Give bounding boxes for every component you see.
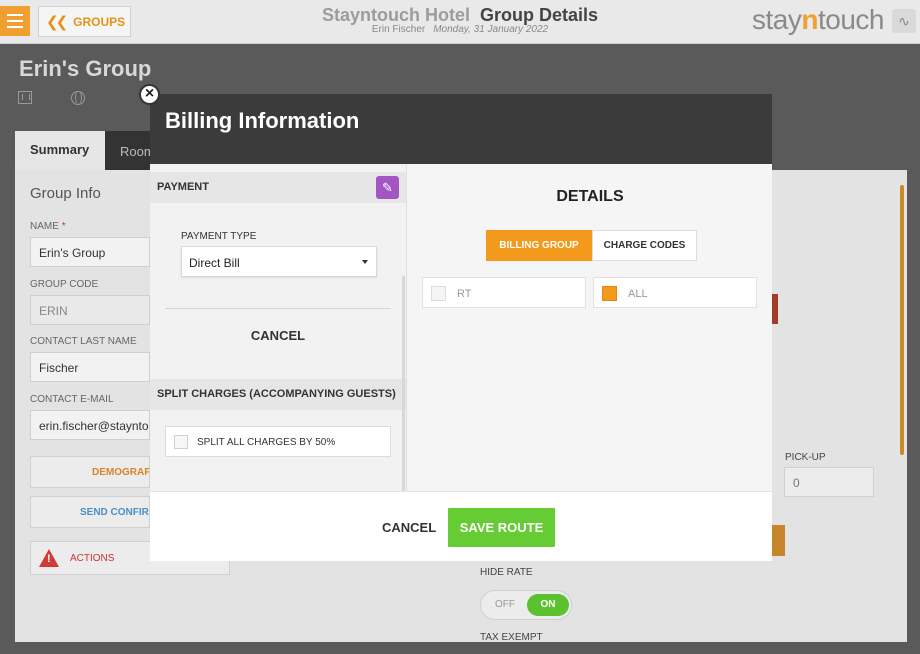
pulse-icon[interactable]: ∿ [892,9,916,33]
details-title: DETAILS [556,188,624,205]
page-scrollbar[interactable] [900,185,904,455]
billing-group-checkbox-rt[interactable] [431,286,446,301]
split-charges-checkbox[interactable] [174,435,188,449]
payment-type-label: PAYMENT TYPE [181,231,257,242]
payment-type-select[interactable]: Direct Bill [181,246,377,277]
billing-group-checkbox-all[interactable] [602,286,617,301]
demographics-button[interactable]: DEMOGRAPHICS [30,456,150,488]
toggle-on-label: ON [527,594,569,616]
user-name: Erin Fischer [371,24,426,35]
hide-rate-label: HIDE RATE [480,567,533,578]
modal-footer: CANCEL SAVE ROUTE [150,491,772,561]
payment-header-label: PAYMENT [157,181,209,193]
close-modal-button[interactable]: × [139,84,160,105]
billing-modal: PAYMENT ✎ PAYMENT TYPE Direct Bill CANCE… [150,164,772,561]
billing-group-label-all: ALL [628,288,648,300]
save-route-button[interactable]: SAVE ROUTE [448,508,555,547]
warning-icon [39,549,59,567]
top-bar: ❮❮ GROUPS Stayntouch Hotel Group Details … [0,0,920,44]
payment-column: PAYMENT ✎ PAYMENT TYPE Direct Bill CANCE… [150,164,406,491]
group-title: Erin's Group [19,56,152,81]
split-charges-option[interactable]: SPLIT ALL CHARGES BY 50% [165,426,391,457]
tab-billing-group[interactable]: BILLING GROUP [486,230,592,261]
tab-rooms[interactable]: Rooms [105,131,150,171]
toggle-off-label: OFF [495,599,515,610]
pickup-input[interactable]: 0 [784,467,874,497]
billing-group-label-rt: RT [457,288,472,300]
tax-exempt-label: TAX EXEMPT [480,632,543,643]
close-icon: × [144,85,155,102]
name-input[interactable]: Erin's Group [30,237,150,267]
details-column: DETAILS BILLING GROUP CHARGE CODES RT AL… [406,164,772,491]
background-orange-button [770,525,785,556]
cancel-button[interactable]: CANCEL [382,520,436,535]
payment-type-value: Direct Bill [189,256,240,270]
tab-charge-codes[interactable]: CHARGE CODES [592,230,697,261]
modal-title: Billing Information [165,108,360,133]
payment-cancel-button[interactable]: CANCEL [150,328,406,343]
group-code-input: ERIN [30,295,150,325]
billing-group-item-all[interactable]: ALL [593,277,757,308]
split-charges-header: SPLIT CHARGES (ACCOMPANYING GUESTS) [150,379,406,410]
caret-down-icon [362,260,368,264]
payment-header: PAYMENT ✎ [150,172,406,203]
group-info-title: Group Info [30,185,101,202]
left-scrollbar[interactable] [402,276,405,491]
billing-group-item-rt[interactable]: RT [422,277,586,308]
globe-icon[interactable] [71,91,85,105]
split-charges-label: SPLIT CHARGES (ACCOMPANYING GUESTS) [157,388,396,400]
edit-payment-button[interactable]: ✎ [376,176,399,199]
hide-rate-toggle[interactable]: OFF ON [480,590,572,620]
stayntouch-logo: stayntouch [752,4,884,35]
divider [165,308,391,309]
building-icon[interactable] [18,91,32,104]
actions-label: ACTIONS [70,553,115,564]
business-date: Monday, 31 January 2022 [433,24,549,35]
group-code-label: GROUP CODE [30,279,99,290]
split-charges-option-label: SPLIT ALL CHARGES BY 50% [197,437,336,448]
contact-email-label: CONTACT E-MAIL [30,394,114,405]
name-label: NAME * [30,221,66,232]
pickup-label: PICK-UP [785,452,826,463]
contact-last-name-label: CONTACT LAST NAME [30,336,137,347]
tab-summary[interactable]: Summary [15,131,105,171]
send-confirmation-button[interactable]: SEND CONFIRMATION [30,496,150,528]
modal-header: Billing Information [150,94,772,164]
contact-last-name-input[interactable]: Fischer [30,352,150,382]
pencil-icon: ✎ [382,180,393,195]
page-title: Group Details [479,5,599,25]
hotel-name: Stayntouch Hotel [321,5,470,25]
contact-email-input[interactable]: erin.fischer@stayntouch.com [30,410,150,440]
